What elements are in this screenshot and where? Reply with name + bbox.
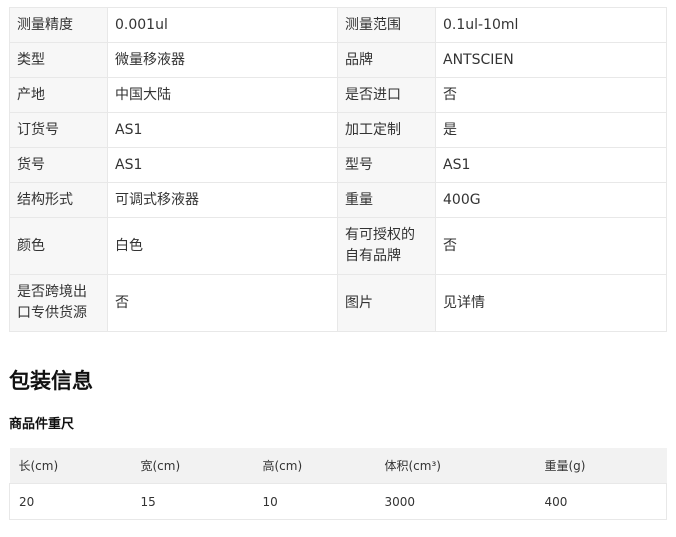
attr-key: 品牌 — [337, 42, 436, 78]
package-info-title: 包装信息 — [9, 369, 93, 393]
attr-value: 白色 — [107, 217, 338, 275]
cell-length: 20 — [9, 483, 132, 520]
package-dimensions-subtitle: 商品件重尺 — [9, 417, 75, 432]
attr-row: 是否跨境出口专供货源 否 图片 见详情 — [9, 274, 667, 332]
header-width: 宽(cm) — [131, 448, 254, 484]
cell-height: 10 — [253, 483, 376, 520]
cell-width: 15 — [131, 483, 254, 520]
product-attributes-table: 测量精度 0.001ul 测量范围 0.1ul-10ml 类型 微量移液器 品牌… — [9, 7, 667, 332]
attr-key: 图片 — [337, 274, 436, 332]
attr-row: 产地 中国大陆 是否进口 否 — [9, 77, 667, 113]
attr-row: 类型 微量移液器 品牌 ANTSCIEN — [9, 42, 667, 78]
attr-row: 订货号 AS1 加工定制 是 — [9, 112, 667, 148]
attr-key: 货号 — [9, 147, 108, 183]
attr-key: 测量精度 — [9, 7, 108, 43]
header-weight: 重量(g) — [535, 448, 667, 484]
attr-key: 订货号 — [9, 112, 108, 148]
attr-key: 有可授权的自有品牌 — [337, 217, 436, 275]
attr-value: 否 — [107, 274, 338, 332]
table-row: 20 15 10 3000 400 — [9, 483, 667, 520]
attr-key: 测量范围 — [337, 7, 436, 43]
header-volume: 体积(cm³) — [375, 448, 536, 484]
attr-value: 0.001ul — [107, 7, 338, 43]
attr-key: 颜色 — [9, 217, 108, 275]
package-dimensions-table: 长(cm) 宽(cm) 高(cm) 体积(cm³) 重量(g) 20 15 10… — [9, 448, 667, 520]
attr-row: 结构形式 可调式移液器 重量 400G — [9, 182, 667, 218]
attr-key: 类型 — [9, 42, 108, 78]
attr-key: 产地 — [9, 77, 108, 113]
attr-value: 400G — [435, 182, 667, 218]
cell-weight: 400 — [535, 483, 667, 520]
attr-key: 是否进口 — [337, 77, 436, 113]
attr-value: ANTSCIEN — [435, 42, 667, 78]
attr-key: 加工定制 — [337, 112, 436, 148]
attr-row: 货号 AS1 型号 AS1 — [9, 147, 667, 183]
attr-key: 结构形式 — [9, 182, 108, 218]
attr-key: 型号 — [337, 147, 436, 183]
attr-row: 测量精度 0.001ul 测量范围 0.1ul-10ml — [9, 7, 667, 43]
attr-value: 微量移液器 — [107, 42, 338, 78]
attr-value: 否 — [435, 217, 667, 275]
attr-value: 0.1ul-10ml — [435, 7, 667, 43]
header-length: 长(cm) — [9, 448, 132, 484]
attr-value: 见详情 — [435, 274, 667, 332]
attr-value: 否 — [435, 77, 667, 113]
attr-value: 是 — [435, 112, 667, 148]
attr-key: 是否跨境出口专供货源 — [9, 274, 108, 332]
attr-row: 颜色 白色 有可授权的自有品牌 否 — [9, 217, 667, 275]
attr-value: 中国大陆 — [107, 77, 338, 113]
header-height: 高(cm) — [253, 448, 376, 484]
cell-volume: 3000 — [375, 483, 536, 520]
attr-key: 重量 — [337, 182, 436, 218]
attr-value: AS1 — [107, 112, 338, 148]
attr-value: AS1 — [107, 147, 338, 183]
attr-value: AS1 — [435, 147, 667, 183]
table-header-row: 长(cm) 宽(cm) 高(cm) 体积(cm³) 重量(g) — [9, 448, 667, 484]
attr-value: 可调式移液器 — [107, 182, 338, 218]
